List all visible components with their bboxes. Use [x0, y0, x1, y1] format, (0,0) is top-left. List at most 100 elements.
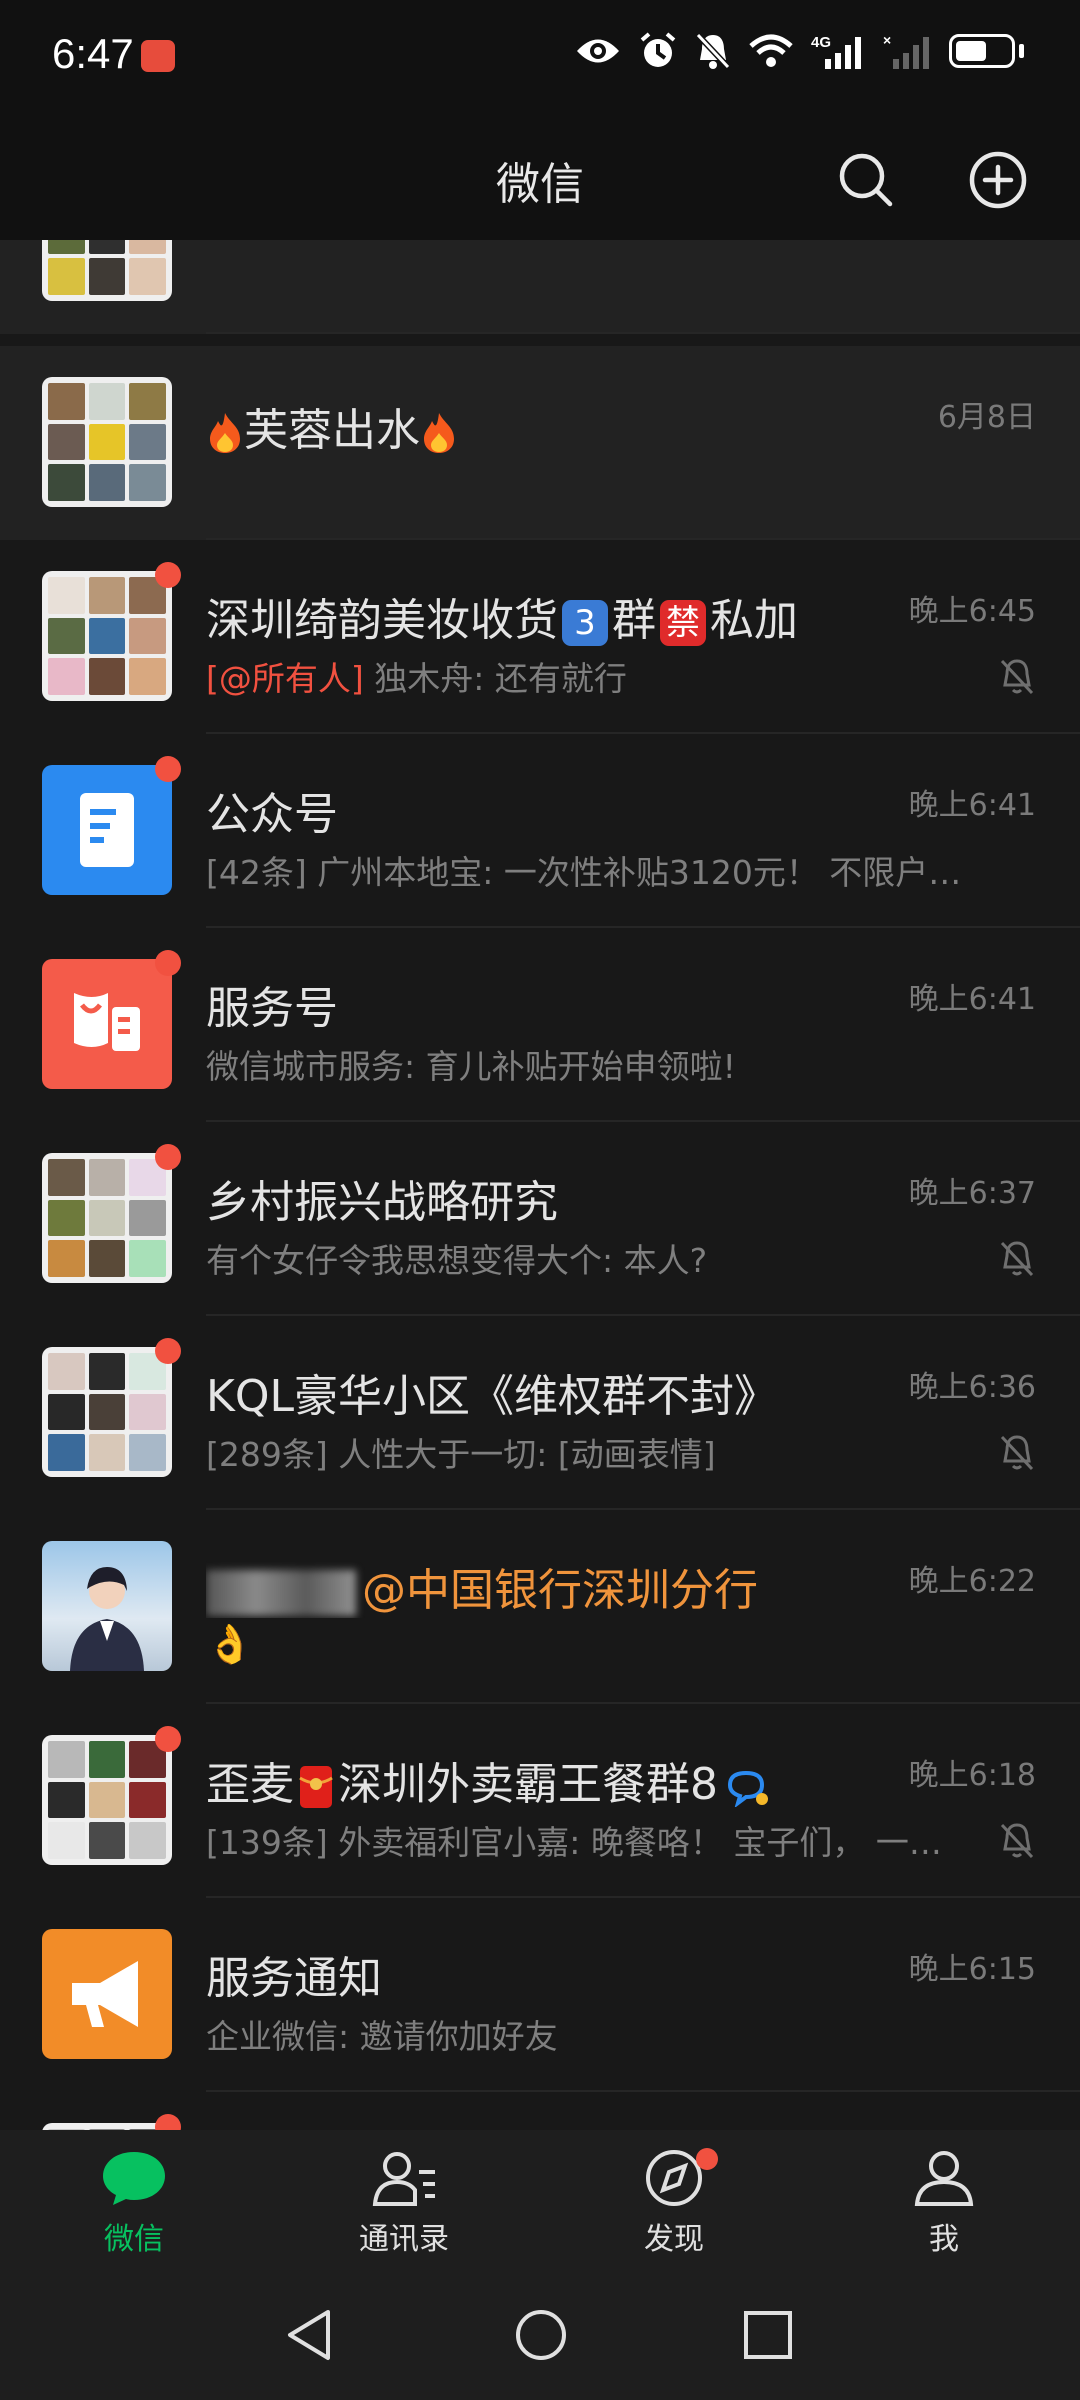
chat-time: 晚上6:41	[908, 788, 1036, 823]
tab-label: 发现	[644, 2222, 704, 2257]
chat-row[interactable]: KQL豪华小区《维权群不封》 [289条] 人性大于一切: [动画表情] 晚上6…	[0, 1316, 1080, 1510]
cellular-no-sim-icon: ×	[883, 33, 929, 69]
chat-row[interactable]: 乡村振兴战略研究 有个女仔令我思想变得大个: 本人? 晚上6:37	[0, 1122, 1080, 1316]
chat-row[interactable]: 深圳绮韵美妆收货 3 群禁私加 [@所有人] 独木舟: 还有就行 晚上6:45	[0, 540, 1080, 734]
chat-time: 晚上6:45	[908, 594, 1036, 629]
search-icon	[839, 153, 893, 207]
chat-time: 晚上6:36	[908, 1370, 1036, 1405]
back-nav-icon[interactable]	[282, 2306, 336, 2364]
chat-row[interactable]: @中国银行深圳分行 👌 晚上6:22	[0, 1510, 1080, 1704]
chat-row[interactable]: 服务号 微信城市服务: 育儿补贴开始申领啦! 晚上6:41	[0, 928, 1080, 1122]
chat-bubble-icon	[103, 2152, 165, 2205]
chat-row[interactable]: 服务通知 企业微信: 邀请你加好友 晚上6:15	[0, 1898, 1080, 2092]
tab-discover[interactable]: 发现	[594, 2148, 754, 2258]
chat-name: @中国银行深圳分行	[206, 1554, 758, 1618]
fire-icon	[424, 413, 454, 453]
chat-name: 歪麦 深圳外卖霸王餐群8	[206, 1748, 772, 1812]
mute-bell-icon	[1000, 659, 1034, 695]
chat-row[interactable]	[0, 2092, 1080, 2130]
home-nav-icon[interactable]	[513, 2306, 569, 2364]
profile-icon	[914, 2151, 974, 2206]
system-nav-bar	[0, 2270, 1080, 2400]
blurred-name	[206, 1570, 356, 1616]
fire-icon	[210, 413, 240, 453]
tab-label: 通讯录	[359, 2222, 449, 2257]
chat-name: KQL豪华小区《维权群不封》	[206, 1371, 778, 1422]
bell-off-icon	[695, 32, 731, 70]
chat-row[interactable]: 公众号 [42条] 广州本地宝: 一次性补贴3120元！ 不限户… 晚上6:41	[0, 734, 1080, 928]
group-avatar	[42, 1347, 172, 1477]
group-avatar	[42, 240, 172, 301]
chat-time: 晚上6:41	[908, 982, 1036, 1017]
chat-preview: [289条] 人性大于一切: [动画表情]	[206, 1435, 716, 1474]
chat-time: 晚上6:15	[908, 1952, 1036, 1987]
tab-me[interactable]: 我	[864, 2148, 1024, 2258]
unread-dot	[696, 2148, 718, 2170]
chat-preview: 微信城市服务: 育儿补贴开始申领啦!	[206, 1047, 736, 1086]
chat-preview: [@所有人] 独木舟: 还有就行	[206, 659, 627, 698]
add-button[interactable]	[964, 146, 1032, 214]
status-bar: 6:47 4G ×	[0, 0, 1080, 120]
unread-dot	[155, 2114, 181, 2130]
search-button[interactable]	[832, 146, 900, 214]
mention-tag: [@所有人]	[206, 659, 364, 698]
unread-dot	[155, 1726, 181, 1752]
chat-name: 服务通知	[206, 1953, 382, 2004]
cellular-4g-icon: 4G	[811, 34, 861, 69]
chat-preview: [139条] 外卖福利官小嘉: 晚餐咯！ 宝子们， 一…	[206, 1823, 942, 1862]
recents-nav-icon[interactable]	[740, 2306, 796, 2364]
bottom-tab-bar: 微信 通讯录 发现 我	[0, 2130, 1080, 2270]
document-icon	[80, 793, 134, 867]
mute-bell-icon	[1000, 1435, 1034, 1471]
mute-bell-icon	[1000, 1241, 1034, 1277]
mute-bell-icon	[1000, 1823, 1034, 1859]
unread-dot	[155, 1338, 181, 1364]
chat-row[interactable]	[0, 240, 1080, 334]
chat-preview: 企业微信: 邀请你加好友	[206, 2017, 558, 2056]
chat-name: 服务号	[206, 983, 338, 1034]
eye-icon	[577, 39, 619, 63]
group-avatar	[42, 1735, 172, 1865]
chat-name: 公众号	[206, 789, 338, 840]
tab-contacts[interactable]: 通讯录	[324, 2148, 484, 2258]
contact-avatar	[42, 1541, 172, 1671]
chat-time: 6月8日	[937, 400, 1036, 435]
person-portrait-icon	[70, 1567, 144, 1671]
svg-text:4G: 4G	[811, 34, 831, 51]
chat-name: 乡村振兴战略研究	[206, 1177, 558, 1228]
battery-icon	[949, 34, 1015, 68]
status-time: 6:47	[52, 30, 134, 77]
group-avatar	[42, 1153, 172, 1283]
chat-preview: 👌	[206, 1622, 254, 1666]
tab-label: 我	[929, 2222, 959, 2257]
app-header: 微信	[0, 120, 1080, 240]
group-avatar	[42, 377, 172, 507]
alarm-icon	[640, 32, 676, 67]
megaphone-icon	[72, 1961, 138, 2027]
chat-preview: [42条] 广州本地宝: 一次性补贴3120元！ 不限户…	[206, 853, 962, 892]
group-avatar	[42, 571, 172, 701]
official-accounts-avatar	[42, 765, 172, 895]
battery-tip	[1019, 44, 1024, 58]
chat-row[interactable]: 芙蓉出水 6月8日	[0, 346, 1080, 540]
service-icon	[74, 993, 140, 1051]
tab-chats[interactable]: 微信	[54, 2148, 214, 2258]
chat-time: 晚上6:37	[908, 1176, 1036, 1211]
unread-dot	[155, 562, 181, 588]
unread-dot	[155, 950, 181, 976]
contacts-icon	[372, 2152, 435, 2206]
chat-row[interactable]: 歪麦 深圳外卖霸王餐群8 [139条] 外卖福利官小嘉: 晚餐咯！ 宝子们， 一……	[0, 1704, 1080, 1898]
group-avatar	[42, 2123, 172, 2130]
chat-name: 深圳绮韵美妆收货 3 群禁私加	[206, 595, 798, 646]
huawei-store-icon	[141, 40, 175, 72]
wifi-icon	[749, 34, 793, 67]
unread-dot	[155, 1144, 181, 1170]
chat-tag-icon	[727, 1770, 768, 1809]
service-accounts-avatar	[42, 959, 172, 1089]
tab-label: 微信	[104, 2222, 164, 2257]
chat-list[interactable]: 芙蓉出水 6月8日 深圳绮韵美妆收货 3 群禁私加 [@所有人] 独木舟: 还有就行…	[0, 240, 1080, 2130]
row-divider	[206, 332, 1080, 334]
status-icons: 4G ×	[575, 32, 1024, 70]
add-icon	[969, 151, 1027, 209]
svg-text:×: ×	[883, 33, 891, 48]
